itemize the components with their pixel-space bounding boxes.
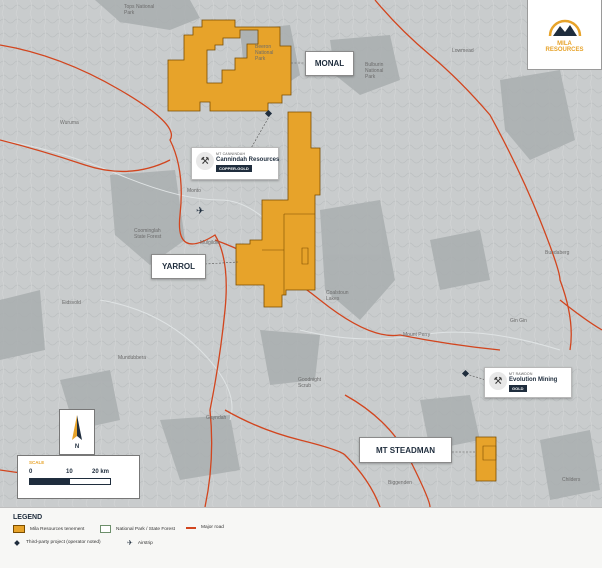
scale-tick-20: 20 km — [92, 469, 110, 475]
project-card-evolution[interactable]: ⚒ MT RAWDON Evolution Mining GOLD — [484, 367, 572, 398]
callout-mt-steadman[interactable]: MT STEADMAN — [359, 437, 452, 463]
legend-label: Major road — [201, 525, 224, 530]
project-operator: Evolution Mining — [509, 377, 558, 383]
legend-item-park: National Park / State Forest — [100, 525, 175, 533]
legend-panel: LEGEND Mila Resources tenement National … — [0, 507, 602, 568]
legend-title: LEGEND — [13, 514, 43, 521]
tenement-swatch — [13, 525, 25, 533]
place-label-biggenden: Biggenden — [388, 480, 412, 486]
place-label-childers: Childers — [562, 477, 581, 483]
mt-steadman-tenement — [475, 436, 497, 482]
road-swatch — [186, 526, 196, 529]
project-location: MT CANNINDAH — [216, 152, 246, 156]
legend-label: Airstrip — [137, 540, 153, 546]
north-arrow: N — [59, 409, 95, 455]
north-arrow-icon — [72, 415, 82, 440]
place-label-goodnight: Goodnight Scrub — [298, 377, 322, 389]
place-label-bundaberg: Bundaberg — [545, 250, 570, 256]
company-logo: MILA RESOURCES — [527, 0, 602, 70]
callout-yarrol[interactable]: YARROL — [151, 254, 206, 279]
commodity-badge: COPPER-GOLD — [216, 165, 252, 172]
callout-monal[interactable]: MONAL — [305, 51, 354, 76]
place-label-tops-national-park: Tops National Park — [124, 4, 155, 16]
place-label-monto: Monto — [187, 188, 201, 194]
airstrip-icon: ✈ — [127, 540, 133, 547]
place-label-lowmead: Lowmead — [452, 48, 474, 54]
project-location: MT RAWDON — [509, 372, 533, 376]
park-swatch — [100, 525, 111, 533]
scale-title: SCALE — [29, 460, 45, 465]
commodity-badge: GOLD — [509, 385, 527, 392]
place-label-beeron-np: Beeron National Park — [255, 44, 274, 62]
project-diamond-icon — [14, 539, 20, 546]
place-label-gin-gin: Gin Gin — [510, 318, 527, 324]
north-label: N — [74, 444, 80, 450]
scale-tick-0: 0 — [29, 469, 33, 475]
logo-text-line2: RESOURCES — [545, 47, 584, 53]
project-card-cannindah[interactable]: ⚒ MT CANNINDAH Cannindah Resources COPPE… — [191, 147, 279, 180]
place-label-wuruma: Wuruma — [60, 120, 79, 126]
scale-bar: SCALE 0 10 20 km — [17, 455, 140, 499]
place-label-coominglah: Coominglah State Forest — [134, 228, 162, 240]
mountain-logo-icon — [548, 19, 582, 37]
place-label-mundubbera: Mundubbera — [118, 355, 147, 361]
place-label-eidsvold: Eidsvold — [62, 300, 81, 306]
legend-item-project: Third-party project (operator noted) — [14, 539, 101, 546]
place-label-coalstoun: Coalstoun Lakes — [326, 290, 349, 302]
legend-item-tenement: Mila Resources tenement — [13, 525, 84, 533]
legend-label: National Park / State Forest — [116, 526, 175, 532]
place-label-gayndah: Gayndah — [206, 415, 227, 421]
project-operator: Cannindah Resources — [216, 157, 280, 163]
legend-item-road: Major road — [186, 525, 224, 530]
legend-label: Third-party project (operator noted) — [26, 540, 101, 545]
place-label-bulburin-np: Bulburin National Park — [365, 62, 384, 80]
legend-label: Mila Resources tenement — [30, 526, 85, 532]
pickaxe-icon: ⚒ — [489, 372, 507, 390]
pickaxe-icon: ⚒ — [196, 152, 214, 170]
map-canvas[interactable]: Tops National Park Beeron National Park Bul… — [0, 0, 602, 507]
legend-item-airstrip: ✈ Airstrip — [127, 539, 153, 547]
airstrip-icon[interactable]: ✈ — [196, 207, 206, 217]
scale-bar-graphic — [29, 478, 111, 485]
place-label-mount-perry: Mount Perry — [403, 332, 431, 338]
place-label-mulgildie: Mulgildie — [200, 240, 220, 246]
scale-tick-10: 10 — [66, 469, 73, 475]
